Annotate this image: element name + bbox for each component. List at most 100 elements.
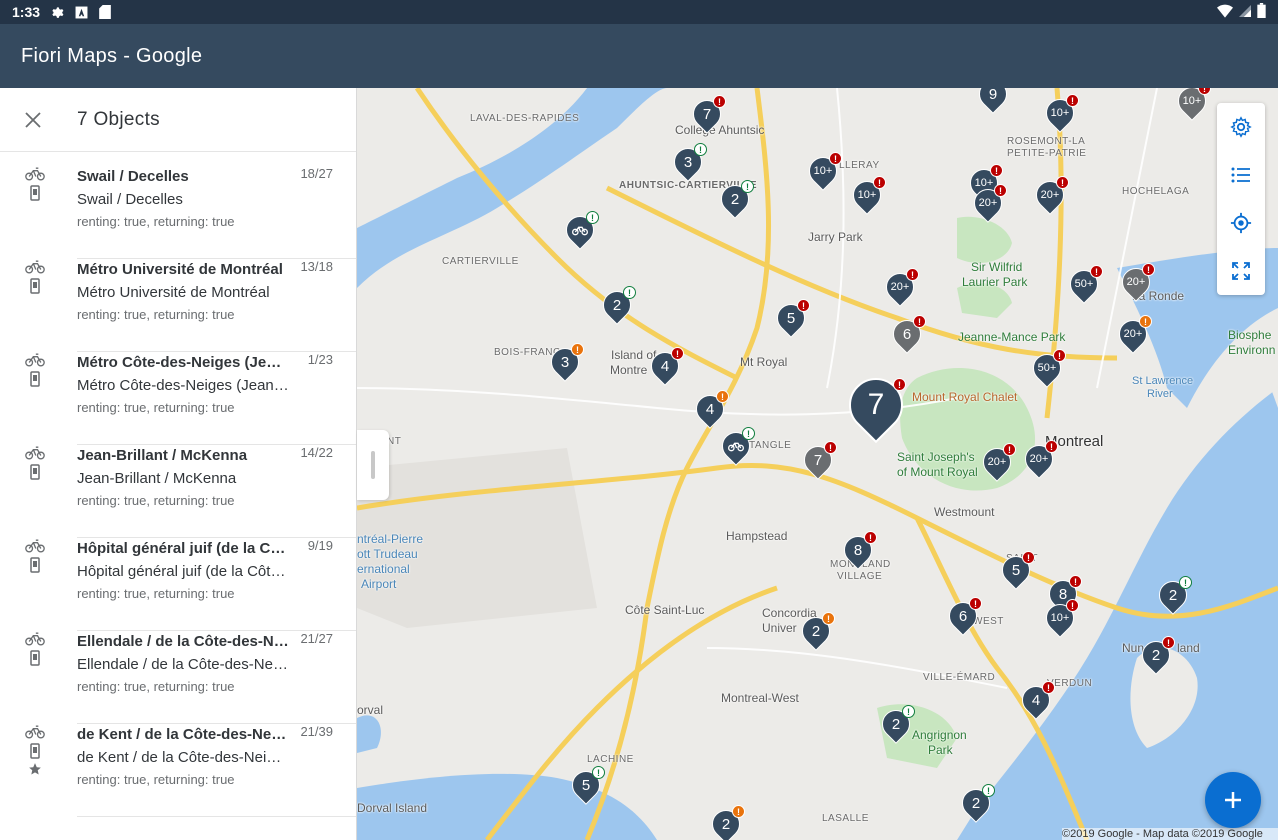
list-item[interactable]: Jean-Brillant / McKenna 14/22 Jean-Brill…	[0, 431, 356, 538]
map-label: LACHINE	[587, 754, 634, 765]
item-count: 21/39	[300, 724, 333, 739]
map-cluster-pin[interactable]: 4!	[1016, 680, 1056, 720]
mobile-icon	[30, 557, 40, 573]
item-icons	[25, 631, 45, 666]
map-cluster-pin[interactable]: 10+!	[1040, 598, 1080, 638]
map-label: HOCHELAGA	[1122, 186, 1190, 197]
mobile-icon	[30, 743, 40, 759]
map-label: Airport	[361, 577, 397, 591]
map-cluster-pin[interactable]: 10+!	[1172, 88, 1212, 121]
item-count: 18/27	[300, 166, 333, 181]
list-item[interactable]: Métro Université de Montréal 13/18 Métro…	[0, 245, 356, 352]
list-item[interactable]: Swail / Decelles 18/27 Swail / Decelles …	[0, 152, 356, 259]
map-settings-button[interactable]	[1217, 103, 1265, 151]
map-cluster-pin[interactable]: 2!	[876, 704, 916, 744]
list-item[interactable]: Hôpital général juif (de la Côte-Ste-Cat…	[0, 524, 356, 631]
fullscreen-button[interactable]	[1217, 247, 1265, 295]
list-item[interactable]: Ellendale / de la Côte-des-Neiges 21/27 …	[0, 617, 356, 724]
panel-resize-handle[interactable]	[357, 430, 389, 500]
map-cluster-pin[interactable]: 6!	[887, 314, 927, 354]
my-location-button[interactable]	[1217, 199, 1265, 247]
map-cluster-pin[interactable]: 5!	[996, 550, 1036, 590]
map-cluster-pin[interactable]: 20+!	[880, 267, 920, 307]
map-cluster-pin[interactable]: 4!	[645, 346, 685, 386]
map-cluster-pin[interactable]: 50+!	[1027, 348, 1067, 388]
close-button[interactable]	[0, 88, 66, 152]
map-label: VILLE-ÉMARD	[923, 672, 996, 683]
map-label: ntréal-Pierre	[357, 532, 424, 546]
add-button[interactable]	[1205, 772, 1261, 828]
map-label: Environn	[1228, 343, 1276, 357]
map-cluster-pin[interactable]: 2!	[706, 804, 746, 840]
clock: 1:33	[12, 4, 41, 20]
item-count: 14/22	[300, 445, 333, 460]
map-label: LAVAL-DES-RAPIDES	[470, 113, 580, 124]
map-cluster-pin[interactable]: 10+!	[803, 151, 843, 191]
sd-card-icon	[98, 5, 112, 19]
map-cluster-pin-selected[interactable]: 7!	[837, 366, 915, 448]
map-label: Mt Royal	[740, 355, 788, 369]
map-cluster-pin[interactable]: 5!	[566, 765, 606, 805]
plus-icon	[1225, 792, 1241, 808]
font-icon	[74, 5, 88, 19]
item-title: Ellendale / de la Côte-des-Neiges	[77, 633, 289, 650]
map-cluster-pin[interactable]: 9!	[973, 88, 1013, 114]
item-icons	[25, 352, 45, 387]
map-cluster-pin[interactable]: 10+!	[1040, 93, 1080, 133]
map-cluster-pin[interactable]: 2!	[597, 285, 637, 325]
map-cluster-pin[interactable]: 3!	[668, 142, 708, 182]
map-label: NT	[387, 436, 402, 447]
map-cluster-pin[interactable]: 10+!	[847, 175, 887, 215]
map-cluster-pin[interactable]: 7!	[798, 440, 838, 480]
map-cluster-pin[interactable]: 7!	[687, 94, 727, 134]
fullscreen-icon	[1232, 262, 1250, 280]
map-label: Mount Royal Chalet	[912, 390, 1018, 404]
list-icon	[1231, 167, 1250, 183]
bike-icon	[25, 446, 45, 460]
map-label: Park	[928, 743, 953, 757]
battery-icon	[1257, 3, 1266, 21]
map-label: River	[1147, 388, 1173, 400]
map-cluster-pin[interactable]: 20+!	[1113, 314, 1153, 354]
item-title: Métro Université de Montréal	[77, 261, 283, 278]
map-view[interactable]: LAVAL-DES-RAPIDES College Ahuntsic AHUNT…	[357, 88, 1278, 840]
map-cluster-pin[interactable]: 5!	[771, 298, 811, 338]
map-cluster-pin[interactable]: 3!	[545, 342, 585, 382]
map-label: ROSEMONT-LA	[1007, 136, 1086, 147]
list-item[interactable]: de Kent / de la Côte-des-Neiges 21/39 de…	[0, 710, 356, 817]
map-list-button[interactable]	[1217, 151, 1265, 199]
map-cluster-pin[interactable]: 2!	[956, 783, 996, 823]
map-cluster-pin[interactable]: 8!	[838, 530, 878, 570]
map-label: Biosphe	[1228, 328, 1272, 342]
map-label: LASALLE	[822, 813, 869, 824]
item-meta: renting: true, returning: true	[77, 493, 235, 508]
mobile-icon	[30, 185, 40, 201]
map-cluster-pin[interactable]: 2!	[1153, 575, 1193, 615]
bike-icon	[25, 632, 45, 646]
map-cluster-pin[interactable]: 20+!	[968, 183, 1008, 223]
bike-station-pin[interactable]: !	[560, 210, 600, 250]
map-cluster-pin[interactable]: 50+!	[1064, 264, 1104, 304]
map-label: St Lawrence	[1132, 375, 1194, 387]
list-item[interactable]: Métro Côte-des-Neiges (Jean-Brillant) 1/…	[0, 338, 356, 445]
map-label: ernational	[357, 562, 410, 576]
locate-icon	[1230, 212, 1252, 234]
map-cluster-pin[interactable]: 4!	[690, 389, 730, 429]
map-copyright: ©2019 Google - Map data ©2019 Google	[1062, 828, 1278, 840]
map-cluster-pin[interactable]: 6!	[943, 596, 983, 636]
map-cluster-pin[interactable]: 20+!	[977, 442, 1017, 482]
item-icons	[25, 724, 45, 776]
objects-list-panel: 7 Objects Swail / Decelles 18/27 Swail /…	[0, 88, 357, 840]
bike-station-pin[interactable]: !	[716, 426, 756, 466]
bike-icon	[25, 539, 45, 553]
item-title: Jean-Brillant / McKenna	[77, 447, 248, 464]
map-cluster-pin[interactable]: 2!	[715, 179, 755, 219]
map-cluster-pin[interactable]: 20+!	[1116, 262, 1156, 302]
item-meta: renting: true, returning: true	[77, 586, 235, 601]
map-cluster-pin[interactable]: 2!	[1136, 635, 1176, 675]
panel-header: 7 Objects	[0, 88, 356, 152]
item-icons	[25, 166, 45, 201]
map-cluster-pin[interactable]: 20+!	[1019, 439, 1059, 479]
map-cluster-pin[interactable]: 2!	[796, 611, 836, 651]
map-cluster-pin[interactable]: 20+!	[1030, 175, 1070, 215]
